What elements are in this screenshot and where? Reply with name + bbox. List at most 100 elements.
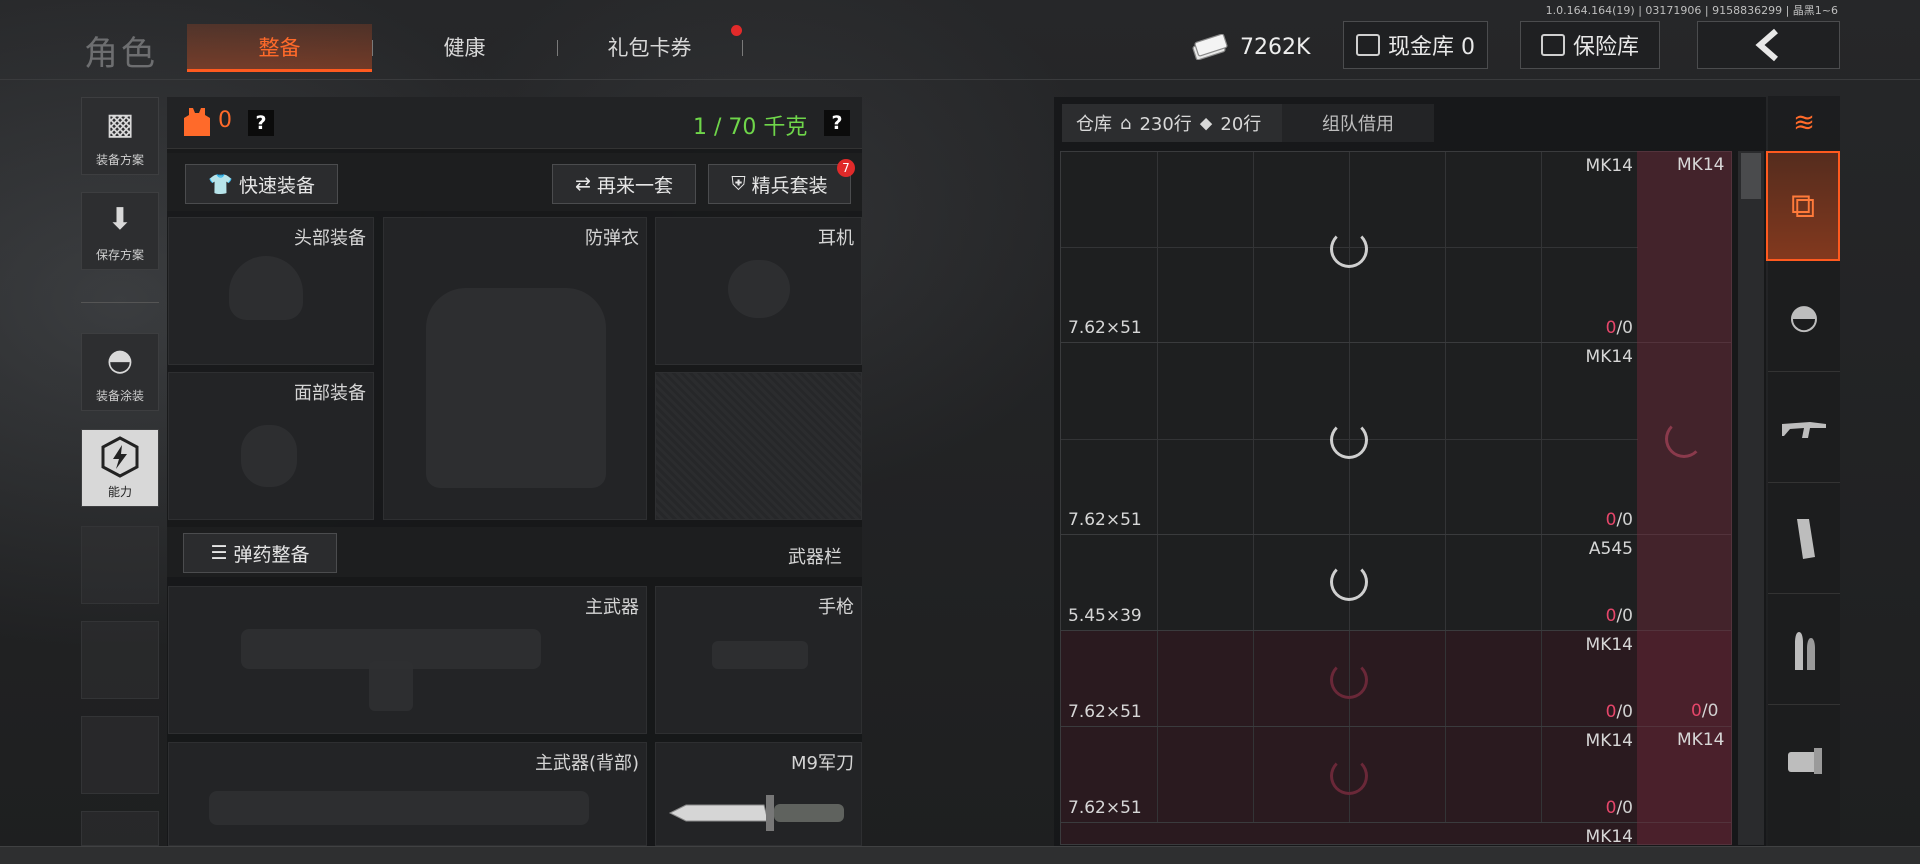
slot-primary-back[interactable]: 主武器(背部) (168, 742, 647, 846)
slot-label: 手枪 (818, 597, 854, 618)
stack-icon[interactable]: ⧉ (1766, 151, 1840, 261)
slot-label: 防弹衣 (585, 228, 639, 249)
item-count: 0/0 (1605, 510, 1633, 530)
item-name: MK14 (1585, 635, 1633, 655)
repeat-set-label: 再来一套 (596, 174, 673, 197)
slot-label: 面部装备 (294, 383, 366, 404)
knife-icon (668, 795, 844, 831)
item-count: 0/0 (1605, 318, 1633, 338)
magazine-icon[interactable] (1768, 484, 1840, 594)
refresh-icon: ⇄ (575, 173, 591, 195)
sidebar-item-paint[interactable]: ◓ 装备涂装 (81, 333, 159, 411)
warehouse-scrollbar[interactable] (1738, 151, 1764, 845)
armor-help-icon[interactable]: ? (248, 110, 274, 136)
elite-set-label: 精兵套装 (751, 174, 828, 197)
download-icon: ⬇ (107, 202, 133, 237)
quick-equip-button[interactable]: 👕 快速装备 (185, 164, 338, 204)
safe-vault-label: 保险库 (1572, 35, 1639, 60)
item-count: 0/0 (1605, 606, 1633, 626)
pistol-silhouette-icon (712, 641, 808, 669)
slot-body-armor[interactable]: 防弹衣 (383, 217, 647, 520)
headset-silhouette-icon (728, 260, 790, 318)
slot-melee[interactable]: M9军刀 (655, 742, 862, 846)
cash-vault-label: 现金库 0 (1388, 35, 1475, 60)
shield-icon: ⛨ (731, 173, 746, 195)
slot-headset[interactable]: 耳机 (655, 217, 862, 365)
helmet-paint-icon: ◓ (106, 343, 134, 378)
slot-locked (655, 372, 862, 520)
list-item[interactable]: MK14 (1061, 823, 1731, 844)
armor-count: 0 (218, 108, 232, 133)
elite-set-button[interactable]: ⛨ 精兵套装 (708, 164, 851, 204)
sidebar-item-ability[interactable]: 能力 (81, 429, 159, 507)
loading-spinner-icon (1330, 230, 1368, 268)
safe-vault-button[interactable]: 保险库 (1520, 21, 1660, 69)
cash-vault-button[interactable]: 现金库 0 (1343, 21, 1488, 69)
rifle-silhouette-icon (209, 791, 589, 825)
grid-cell (1253, 631, 1254, 726)
bullets-icon[interactable] (1768, 595, 1840, 705)
sidebar-item-save-plan[interactable]: ⬇ 保存方案 (81, 192, 159, 270)
item-name: MK14 (1585, 731, 1633, 751)
list-item[interactable]: MK14 7.62×51 0/0 (1061, 343, 1731, 535)
grid-cell (1253, 535, 1254, 630)
money-display: 7262K (1192, 27, 1310, 67)
item-caliber: 5.45×39 (1068, 606, 1142, 626)
list-item[interactable]: MK14 7.62×51 0/0 (1061, 727, 1731, 823)
item-caliber: 7.62×51 (1068, 510, 1142, 530)
shirt-icon: 👕 (208, 172, 233, 196)
weight-help-icon[interactable]: ? (824, 110, 850, 136)
repeat-set-button[interactable]: ⇄ 再来一套 (552, 164, 696, 204)
grid-cell (1157, 535, 1158, 630)
tab-equip[interactable]: 整备 (187, 24, 372, 72)
item-name: MK14 (1677, 730, 1725, 750)
page-title: 角色 (84, 34, 158, 74)
sidebar-item-label: 装备涂装 (95, 389, 144, 403)
item-caliber: 7.62×51 (1068, 798, 1142, 818)
tab-separator (742, 40, 743, 56)
tab-warehouse[interactable]: 仓库 ⌂ 230行 ⬥ 20行 (1062, 104, 1282, 142)
weight-text: 1 / 70 千克 (693, 115, 808, 140)
weapon-bar-label: 武器栏 (788, 547, 842, 568)
grid-cell (1253, 727, 1254, 822)
list-item[interactable]: MK14 7.62×51 0/0 (1061, 631, 1731, 727)
scope-icon[interactable] (1768, 706, 1840, 816)
grid-cell (1445, 727, 1446, 822)
ticket-icon: ⬥ (1199, 112, 1213, 134)
vault-icon (1356, 34, 1380, 56)
scrollbar-thumb[interactable] (1741, 153, 1761, 199)
helmet-icon[interactable]: ◓ (1768, 262, 1840, 372)
sidebar-item-loadout-plan[interactable]: ▩ 装备方案 (81, 97, 159, 175)
sidebar-empty-slot (81, 716, 159, 794)
armor-vest-icon (184, 108, 210, 136)
grid-cell (1445, 631, 1446, 726)
item-caliber: 7.62×51 (1068, 318, 1142, 338)
loading-spinner-icon (1330, 563, 1368, 601)
mask-silhouette-icon (241, 425, 297, 487)
slot-head[interactable]: 头部装备 (168, 217, 374, 365)
quick-equip-label: 快速装备 (238, 174, 315, 197)
grid-cell (1541, 535, 1542, 630)
warehouse-rows2: 20行 (1220, 114, 1262, 135)
loading-spinner-icon (1665, 420, 1703, 458)
home-icon: ⌂ (1120, 112, 1132, 134)
bottom-bar (0, 846, 1920, 864)
ammo-equip-button[interactable]: ☰ 弹药整备 (183, 533, 337, 573)
grid-cell (1541, 631, 1542, 726)
grid-cell (1541, 727, 1542, 822)
slot-pistol[interactable]: 手枪 (655, 586, 862, 734)
layers-refresh-icon[interactable]: ≋ (1768, 96, 1840, 150)
tab-health[interactable]: 健康 (372, 24, 557, 72)
back-button[interactable] (1697, 21, 1840, 69)
money-value: 7262K (1240, 34, 1311, 60)
tab-team-borrow[interactable]: 组队借用 (1282, 104, 1434, 142)
lightning-hexagon-icon (99, 430, 141, 483)
ammo-list-icon: ☰ (210, 542, 228, 564)
rifle-icon[interactable] (1768, 373, 1840, 483)
list-item[interactable]: A545 5.45×39 0/0 (1061, 535, 1731, 631)
tab-gift-coupons[interactable]: 礼包卡券 (557, 24, 742, 72)
slot-primary-weapon[interactable]: 主武器 (168, 586, 647, 734)
slot-face[interactable]: 面部装备 (168, 372, 374, 520)
grid-cell (1445, 535, 1446, 630)
list-item[interactable]: MK14 7.62×51 0/0 (1061, 152, 1731, 343)
